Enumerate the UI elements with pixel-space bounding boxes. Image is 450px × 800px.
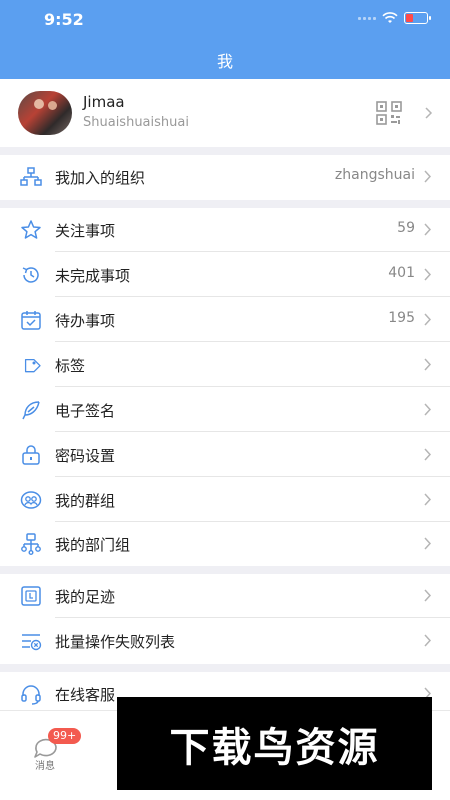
menu-section: 关注事项 59 未完成事项 401 待办事项 195 标签 电子签名 密码设置 … [0, 208, 450, 566]
watermark-text: 下载鸟资源 [169, 725, 380, 771]
org-row[interactable]: 我加入的组织 zhangshuai [0, 155, 450, 199]
feather-icon [22, 401, 40, 420]
department-icon [21, 533, 41, 555]
avatar[interactable] [18, 91, 72, 135]
chevron-right-icon [424, 313, 431, 326]
watermark-banner: 下载鸟资源 [117, 697, 432, 790]
chevron-right-icon [424, 403, 431, 416]
history-icon [22, 267, 39, 283]
tag-icon [24, 359, 41, 373]
footprint-icon [21, 586, 41, 606]
menu-item-count: 195 [388, 310, 415, 326]
menu-item-count: 59 [397, 220, 415, 236]
calendar-check-icon [21, 311, 41, 330]
page-title: 我 [216, 52, 233, 71]
battery-icon [404, 12, 431, 24]
divider [55, 386, 450, 387]
group-icon [20, 491, 42, 509]
menu-item-label: 待办事项 [55, 312, 116, 330]
status-icons [358, 12, 431, 24]
menu-item-followed[interactable]: 关注事项 59 [0, 208, 450, 252]
chevron-right-icon [424, 589, 431, 602]
menu-item-unfinished[interactable]: 未完成事项 401 [0, 253, 450, 297]
menu-item-esignature[interactable]: 电子签名 [0, 388, 450, 432]
menu-section-2: 我的足迹 批量操作失败列表 [0, 574, 450, 664]
chevron-right-icon [424, 537, 431, 550]
message-badge: 99+ [48, 728, 82, 744]
menu-item-label: 未完成事项 [55, 267, 131, 285]
menu-item-label: 批量操作失败列表 [55, 633, 176, 651]
menu-item-label: 关注事项 [55, 222, 116, 240]
top-header: 9:52 我 [0, 0, 450, 79]
divider [55, 296, 450, 297]
chevron-right-icon [424, 448, 431, 461]
chevron-right-icon [424, 223, 431, 236]
org-label: 我加入的组织 [55, 169, 146, 187]
menu-item-todo[interactable]: 待办事项 195 [0, 298, 450, 342]
chevron-right-icon [424, 268, 431, 281]
menu-item-label: 密码设置 [55, 447, 116, 465]
menu-item-label: 我的足迹 [55, 588, 116, 606]
chevron-right-icon [424, 493, 431, 506]
chevron-right-icon [424, 634, 431, 647]
org-value: zhangshuai [334, 167, 415, 183]
divider [55, 617, 450, 618]
org-section: 我加入的组织 zhangshuai [0, 155, 450, 200]
menu-item-label: 在线客服 [55, 686, 116, 704]
qr-code-icon[interactable] [376, 101, 402, 125]
menu-item-password[interactable]: 密码设置 [0, 433, 450, 477]
menu-item-label: 标签 [55, 357, 86, 375]
tab-messages-label[interactable]: 消息 [35, 757, 55, 772]
menu-item-label: 我的群组 [55, 492, 116, 510]
divider [55, 476, 450, 477]
divider [55, 341, 450, 342]
menu-item-tags[interactable]: 标签 [0, 343, 450, 387]
chevron-right-icon [424, 170, 431, 183]
lock-icon [22, 445, 40, 465]
profile-name: Jimaa [83, 93, 125, 111]
star-icon [21, 220, 41, 239]
menu-item-label: 电子签名 [55, 402, 116, 420]
headset-icon [21, 685, 41, 705]
org-chart-icon [20, 167, 42, 186]
divider [55, 431, 450, 432]
failed-list-icon [22, 634, 42, 651]
status-time: 9:52 [44, 10, 84, 29]
wifi-icon [382, 12, 398, 23]
signal-icon [358, 16, 376, 20]
menu-item-count: 401 [388, 265, 415, 281]
menu-item-label: 我的部门组 [55, 536, 131, 554]
profile-account: Shuaishuaishuai [83, 115, 189, 130]
menu-item-department[interactable]: 我的部门组 [0, 522, 450, 566]
divider [55, 251, 450, 252]
menu-item-groups[interactable]: 我的群组 [0, 478, 450, 522]
menu-item-footprint[interactable]: 我的足迹 [0, 574, 450, 618]
chevron-right-icon [424, 358, 431, 371]
menu-item-failed-list[interactable]: 批量操作失败列表 [0, 619, 450, 663]
profile-chevron-icon [425, 107, 433, 119]
